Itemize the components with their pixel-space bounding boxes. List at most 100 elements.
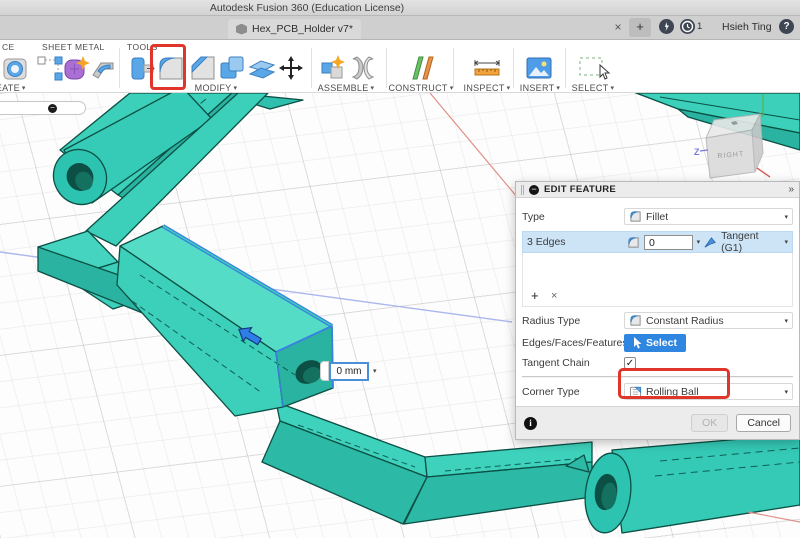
- info-icon[interactable]: i: [524, 417, 537, 430]
- move-tool-icon[interactable]: [276, 53, 306, 83]
- combine-tool-icon[interactable]: [217, 53, 247, 83]
- radius-type-dropdown[interactable]: Constant Radius ▾: [624, 312, 793, 329]
- annotation-highlight-fillet-tool: [150, 44, 186, 90]
- dialog-dock-icon[interactable]: »: [788, 184, 794, 195]
- dialog-collapse-icon[interactable]: −: [529, 185, 539, 195]
- radius-type-value: Constant Radius: [646, 315, 724, 327]
- document-tab-bar: Hex_PCB_Holder v7* × + 1 Hsieh Ting ?: [0, 16, 800, 40]
- caret-icon[interactable]: ▾: [784, 238, 788, 246]
- caret-icon: ▾: [784, 388, 788, 396]
- edge-set-list[interactable]: + ×: [522, 253, 793, 307]
- radius-type-label: Radius Type: [522, 315, 624, 327]
- dimension-input-group: 0 mm ▾: [320, 361, 377, 381]
- close-tab-icon[interactable]: ×: [610, 20, 626, 36]
- chamfer-tool-icon[interactable]: [188, 53, 218, 83]
- add-edge-set-button[interactable]: +: [531, 288, 539, 303]
- revolve-tool-icon[interactable]: [1, 53, 31, 83]
- x-axis-line: [430, 93, 517, 197]
- fillet-icon: [629, 210, 642, 223]
- dialog-footer: i OK Cancel: [516, 406, 799, 439]
- caret-icon: ▾: [22, 84, 26, 92]
- viewcube-x-axis-tick: [757, 168, 770, 177]
- edge-continuity-value: Tangent (G1): [721, 230, 780, 254]
- new-tab-button[interactable]: +: [629, 18, 651, 37]
- collapse-icon[interactable]: −: [48, 104, 57, 113]
- edit-feature-dialog: − EDIT FEATURE » Type Fillet ▾ 3 Edges: [515, 181, 800, 440]
- z-axis-label: Z: [694, 147, 700, 157]
- window-title: Autodesk Fusion 360 (Education License): [210, 2, 404, 14]
- type-label: Type: [522, 211, 624, 223]
- select-button[interactable]: Select: [624, 334, 686, 352]
- group-label-insert[interactable]: INSERT▾: [520, 83, 560, 93]
- caret-icon: ▾: [784, 213, 788, 221]
- group-separator: [386, 48, 387, 88]
- group-label-select[interactable]: SELECT▾: [572, 83, 615, 93]
- dimension-grip[interactable]: [320, 361, 329, 381]
- group-label-construct[interactable]: CONSTRUCT▾: [388, 83, 453, 93]
- group-separator: [565, 48, 566, 88]
- caret-icon[interactable]: ▾: [697, 238, 701, 246]
- help-icon[interactable]: ?: [779, 19, 794, 34]
- job-status-icon[interactable]: [659, 19, 674, 34]
- notification-count: 1: [697, 21, 702, 32]
- caret-icon: ▾: [507, 84, 511, 92]
- tangent-continuity-icon: [704, 236, 717, 249]
- model-selected-beam[interactable]: [117, 226, 333, 416]
- group-label-create[interactable]: CREATE▾: [0, 83, 26, 93]
- new-component-icon[interactable]: [318, 53, 348, 83]
- fillet-icon: [627, 236, 640, 249]
- type-value: Fillet: [646, 211, 668, 223]
- group-separator: [311, 48, 312, 88]
- notifications-clock-icon[interactable]: [680, 19, 695, 34]
- annotation-highlight-rolling-ball: [618, 368, 730, 399]
- group-label-assemble[interactable]: ASSEMBLE▾: [318, 83, 375, 93]
- document-icon: [236, 24, 247, 35]
- caret-icon: ▾: [556, 84, 560, 92]
- caret-icon: ▾: [233, 84, 237, 92]
- dimension-caret-icon[interactable]: ▾: [373, 367, 377, 375]
- group-separator: [453, 48, 454, 88]
- fusion360-window: Autodesk Fusion 360 (Education License) …: [0, 0, 800, 538]
- corner-type-label: Corner Type: [522, 386, 624, 398]
- remove-edge-set-button[interactable]: ×: [551, 290, 557, 302]
- caret-icon: ▾: [784, 317, 788, 325]
- insert-image-icon[interactable]: [524, 53, 554, 83]
- edge-set-name: 3 Edges: [527, 236, 623, 248]
- 3d-viewport[interactable]: RIGHT Z − 0 mm ▾ − EDIT FEATURE »: [0, 93, 800, 538]
- sheet-metal-flange-icon[interactable]: [88, 53, 118, 83]
- title-bar: Autodesk Fusion 360 (Education License): [0, 0, 800, 16]
- type-dropdown[interactable]: Fillet ▾: [624, 208, 793, 225]
- inspect-measure-icon[interactable]: [470, 53, 500, 83]
- viewcube[interactable]: RIGHT Z: [694, 114, 770, 178]
- tangent-chain-label: Tangent Chain: [522, 357, 624, 369]
- user-name[interactable]: Hsieh Ting: [722, 21, 772, 33]
- dialog-title: EDIT FEATURE: [544, 184, 783, 195]
- construct-plane-icon[interactable]: [407, 53, 437, 83]
- select-tool-icon[interactable]: [576, 53, 606, 83]
- create-form-icon[interactable]: [61, 53, 91, 83]
- ribbon-toolbar: CE SHEET METAL TOOLS: [0, 40, 800, 93]
- radius-dimension-input[interactable]: 0 mm: [329, 362, 369, 381]
- offset-face-tool-icon[interactable]: [247, 53, 277, 83]
- group-label-modify[interactable]: MODIFY▾: [195, 83, 238, 93]
- caret-icon: ▾: [371, 84, 375, 92]
- caret-icon: ▾: [610, 84, 614, 92]
- cancel-button[interactable]: Cancel: [736, 414, 791, 432]
- edge-radius-input[interactable]: 0: [644, 235, 693, 250]
- document-tab-title: Hex_PCB_Holder v7*: [252, 23, 353, 35]
- group-label-inspect[interactable]: INSPECT▾: [464, 83, 511, 93]
- joint-tool-icon[interactable]: [348, 53, 378, 83]
- edges-faces-features-label: Edges/Faces/Features: [522, 337, 624, 349]
- edge-set-row[interactable]: 3 Edges 0 ▾ Tangent (G1) ▾: [522, 231, 793, 253]
- constant-radius-icon: [629, 314, 642, 327]
- browser-panel-collapsed[interactable]: −: [0, 101, 86, 115]
- cursor-icon: [633, 337, 642, 349]
- group-separator: [513, 48, 514, 88]
- ribbon-tab-sheet-metal[interactable]: SHEET METAL: [42, 42, 105, 52]
- ok-button[interactable]: OK: [691, 414, 728, 432]
- ribbon-tab-surface[interactable]: CE: [2, 42, 15, 52]
- group-separator: [119, 48, 120, 88]
- dialog-drag-grip[interactable]: [521, 185, 524, 195]
- dialog-header[interactable]: − EDIT FEATURE »: [516, 182, 799, 198]
- document-tab[interactable]: Hex_PCB_Holder v7*: [228, 19, 361, 39]
